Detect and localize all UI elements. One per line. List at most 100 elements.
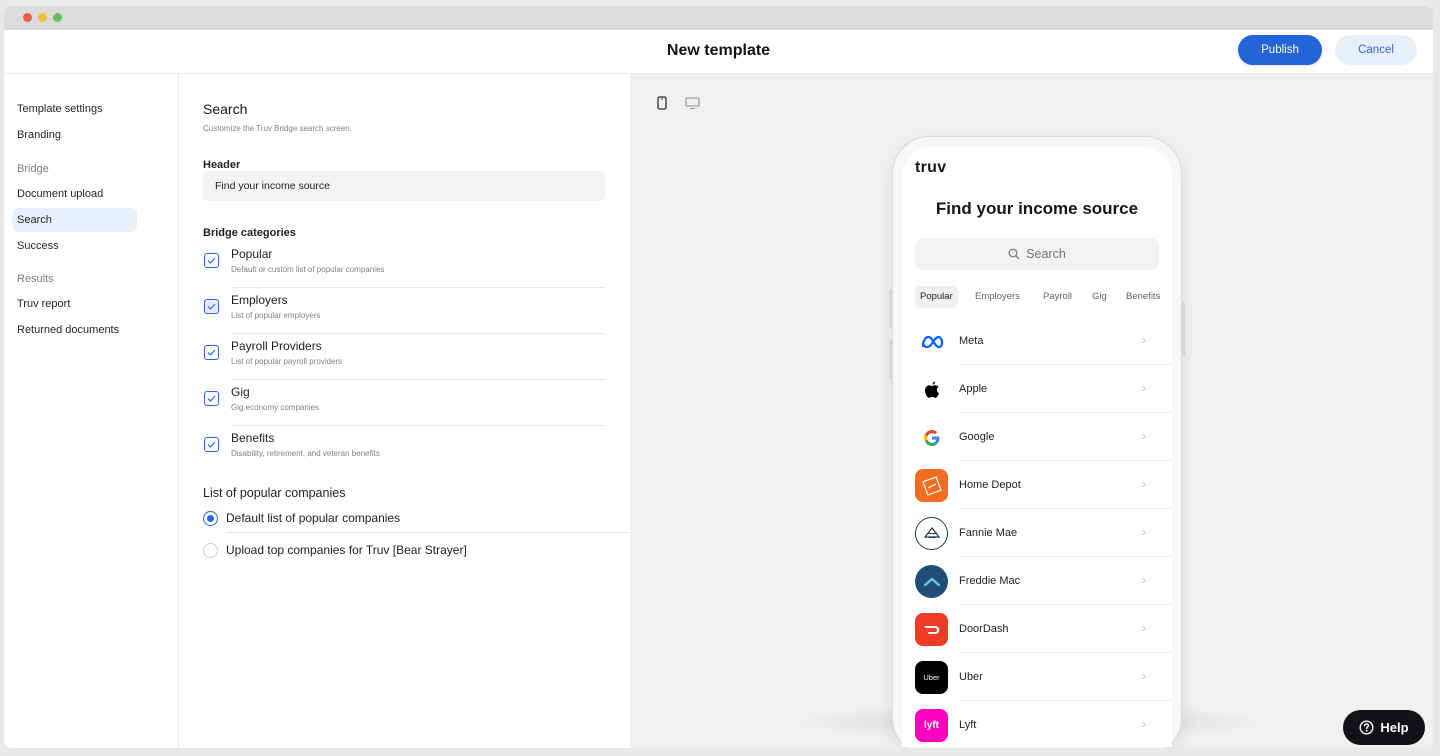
sidebar-item-template-settings[interactable]: Template settings [12, 97, 137, 121]
chevron-right-icon: › [1142, 669, 1146, 683]
chevron-right-icon: › [1142, 381, 1146, 395]
divider [226, 532, 630, 533]
category-name: Employers [231, 293, 288, 307]
publish-button[interactable]: Publish [1238, 35, 1322, 65]
lyft-logo-icon: lyft [915, 709, 948, 742]
company-name: Google [959, 431, 995, 443]
category-row-benefits[interactable]: Benefits Disability, retirement, and vet… [203, 426, 605, 472]
sidebar-item-document-upload[interactable]: Document upload [12, 182, 137, 206]
preview-title: Find your income source [935, 199, 1139, 218]
section-title: Search [203, 101, 248, 117]
freddie-mac-logo-icon [915, 565, 948, 598]
tab-gig[interactable]: Gig [1092, 286, 1107, 308]
company-name: Fannie Mae [959, 527, 1018, 539]
cancel-button[interactable]: Cancel [1335, 35, 1417, 65]
tab-benefits[interactable]: Benefits [1126, 286, 1160, 308]
header-field-label: Header [203, 159, 241, 171]
tab-employers[interactable]: Employers [975, 286, 1020, 308]
header-input[interactable] [203, 171, 605, 201]
company-row-home-depot[interactable]: Home Depot › [915, 461, 1172, 509]
gig-checkbox[interactable] [204, 391, 219, 406]
phone-mockup: truv Find your income source Search Popu… [889, 136, 1185, 748]
home-depot-logo-icon [915, 469, 948, 502]
mobile-icon[interactable] [653, 94, 671, 112]
radio-row-default-list[interactable]: Default list of popular companies [203, 503, 630, 533]
chevron-right-icon: › [1142, 621, 1146, 635]
close-window-button[interactable] [23, 13, 32, 22]
benefits-checkbox[interactable] [204, 437, 219, 452]
preview-search-bar[interactable]: Search [915, 238, 1159, 270]
help-button[interactable]: Help [1343, 710, 1425, 745]
tab-payroll[interactable]: Payroll [1043, 286, 1072, 308]
company-row-lyft[interactable]: lyft Lyft › [915, 701, 1172, 747]
search-icon [1008, 248, 1020, 260]
company-row-doordash[interactable]: DoorDash › [915, 605, 1172, 653]
company-name: Apple [959, 383, 988, 395]
category-description: Disability, retirement, and veteran bene… [231, 449, 380, 458]
fannie-mae-logo-icon [915, 517, 948, 550]
category-description: Gig economy companies [231, 403, 320, 412]
company-row-apple[interactable]: Apple › [915, 365, 1172, 413]
category-row-employers[interactable]: Employers List of popular employers [203, 288, 605, 334]
sidebar-item-truv-report[interactable]: Truv report [12, 292, 137, 316]
sidebar-item-returned-documents[interactable]: Returned documents [12, 318, 137, 342]
payroll-providers-checkbox[interactable] [204, 345, 219, 360]
section-subtitle: Customize the Truv Bridge search screen. [203, 124, 352, 133]
apple-logo-icon [915, 373, 948, 406]
tab-popular[interactable]: Popular [915, 286, 958, 308]
sidebar: Template settings Branding Bridge Docume… [4, 74, 179, 748]
page-title: New template [666, 42, 771, 59]
company-row-uber[interactable]: Uber Uber › [915, 653, 1172, 701]
sidebar-item-search[interactable]: Search [12, 208, 137, 232]
company-name: Home Depot [959, 479, 1021, 491]
company-row-meta[interactable]: Meta › [915, 317, 1172, 365]
category-description: List of popular employers [231, 311, 321, 320]
phone-side-button [1182, 302, 1185, 357]
popular-checkbox[interactable] [204, 253, 219, 268]
radio-row-upload-companies[interactable]: Upload top companies for Truv [Bear Stra… [203, 535, 630, 565]
radio-label: Default list of popular companies [226, 511, 401, 525]
default-list-radio[interactable] [203, 511, 218, 526]
upload-companies-radio[interactable] [203, 543, 218, 558]
uber-logo-icon: Uber [915, 661, 948, 694]
company-name: DoorDash [959, 623, 1009, 635]
category-name: Popular [231, 247, 273, 261]
category-description: List of popular payroll providers [231, 357, 343, 366]
zoom-window-button[interactable] [53, 13, 62, 22]
radio-label: Upload top companies for Truv [Bear Stra… [226, 543, 467, 557]
company-row-freddie-mac[interactable]: Freddie Mac › [915, 557, 1172, 605]
company-name: Meta [959, 335, 984, 347]
bridge-categories-label: Bridge categories [203, 227, 296, 239]
chevron-right-icon: › [1142, 525, 1146, 539]
category-description: Default or custom list of popular compan… [231, 265, 385, 274]
sidebar-item-branding[interactable]: Branding [12, 123, 137, 147]
chevron-right-icon: › [1142, 717, 1146, 731]
app-window: New template Publish Cancel Template set… [4, 6, 1433, 748]
chevron-right-icon: › [1142, 333, 1146, 347]
sidebar-group-bridge: Bridge [17, 163, 49, 175]
sidebar-item-success[interactable]: Success [12, 234, 137, 258]
meta-logo-icon [915, 325, 948, 358]
sidebar-group-results: Results [17, 273, 54, 285]
company-row-fannie-mae[interactable]: Fannie Mae › [915, 509, 1172, 557]
phone-side-button [889, 339, 892, 379]
minimize-window-button[interactable] [38, 13, 47, 22]
employers-checkbox[interactable] [204, 299, 219, 314]
chevron-right-icon: › [1142, 573, 1146, 587]
company-name: Freddie Mac [959, 575, 1021, 587]
company-row-google[interactable]: Google › [915, 413, 1172, 461]
company-name: Uber [959, 671, 983, 683]
popular-companies-label: List of popular companies [203, 486, 346, 500]
phone-screen: truv Find your income source Search Popu… [902, 147, 1172, 747]
category-name: Benefits [231, 431, 275, 445]
desktop-icon[interactable] [683, 94, 701, 112]
doordash-logo-icon [915, 613, 948, 646]
category-row-gig[interactable]: Gig Gig economy companies [203, 380, 605, 426]
help-label: Help [1380, 720, 1409, 735]
page-header: New template Publish Cancel [4, 30, 1433, 74]
company-name: Lyft [959, 719, 977, 731]
settings-panel: Search Customize the Truv Bridge search … [179, 74, 630, 748]
category-row-payroll-providers[interactable]: Payroll Providers List of popular payrol… [203, 334, 605, 380]
truv-logo: truv [915, 159, 947, 176]
category-row-popular[interactable]: Popular Default or custom list of popula… [203, 242, 605, 288]
